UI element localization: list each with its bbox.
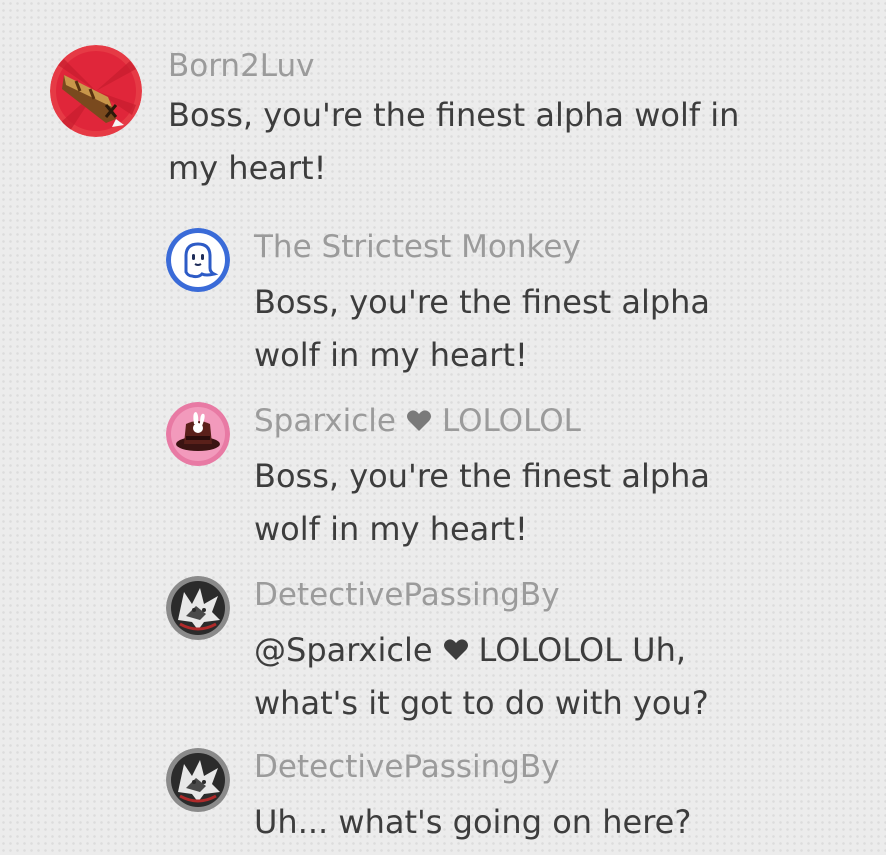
- username-part: LOLOLOL: [441, 403, 581, 439]
- username-part: Sparxicle: [254, 403, 396, 439]
- comment-text-line: @Sparxicle LOLOLOL Uh,: [254, 624, 709, 677]
- avatar[interactable]: [166, 402, 230, 466]
- avatar[interactable]: [166, 748, 230, 812]
- comment-body: Born2Luv Boss, you're the finest alpha w…: [168, 47, 739, 195]
- ghost-avatar-icon: [166, 228, 230, 292]
- wolf-avatar-icon: [166, 748, 230, 812]
- comment-text-line: Boss, you're the finest alpha wolf in: [168, 96, 740, 134]
- comment-text-line: what's it got to do with you?: [254, 684, 709, 722]
- comment-text-line: wolf in my heart!: [254, 336, 528, 374]
- comment-text-line: Boss, you're the finest alpha: [254, 283, 711, 321]
- reply-sparxicle[interactable]: Sparxicle LOLOLOL Boss, you're the finest…: [166, 402, 710, 556]
- comment-text-line: wolf in my heart!: [254, 510, 528, 548]
- comment-text-line: my heart!: [168, 149, 327, 187]
- comment-body: The Strictest Monkey Boss, you're the fi…: [254, 228, 710, 382]
- comment-text-line: Uh... what's going on here?: [254, 803, 692, 841]
- heart-icon: [443, 638, 469, 662]
- avatar[interactable]: [166, 228, 230, 292]
- reply-detectivepassingby-2[interactable]: DetectivePassingBy Uh... what's going on…: [166, 748, 691, 849]
- username[interactable]: Sparxicle LOLOLOL: [254, 402, 710, 440]
- avatar[interactable]: [166, 576, 230, 640]
- comment-text: Boss, you're the finest alpha wolf in my…: [254, 276, 710, 382]
- reply-detectivepassingby-1[interactable]: DetectivePassingBy @Sparxicle LOLOLOL Uh,…: [166, 576, 709, 730]
- wolf-avatar-icon: [166, 576, 230, 640]
- reply-the-strictest-monkey[interactable]: The Strictest Monkey Boss, you're the fi…: [166, 228, 710, 382]
- mention[interactable]: @Sparxicle: [254, 631, 433, 669]
- comment-text: Boss, you're the finest alpha wolf in my…: [168, 89, 739, 195]
- username[interactable]: The Strictest Monkey: [254, 228, 710, 266]
- comment-body: DetectivePassingBy Uh... what's going on…: [254, 748, 691, 849]
- heart-icon: [406, 409, 432, 433]
- comment-text-line: Boss, you're the finest alpha: [254, 457, 711, 495]
- comment-text-part: LOLOLOL Uh,: [478, 631, 687, 669]
- username[interactable]: Born2Luv: [168, 47, 739, 85]
- username[interactable]: DetectivePassingBy: [254, 576, 709, 614]
- comment-body: DetectivePassingBy @Sparxicle LOLOLOL Uh,…: [254, 576, 709, 730]
- comment-text: Uh... what's going on here?: [254, 796, 691, 849]
- comment-text: Boss, you're the finest alpha wolf in my…: [254, 450, 710, 556]
- comment-body: Sparxicle LOLOLOL Boss, you're the finest…: [254, 402, 710, 556]
- horn-avatar-icon: [50, 45, 142, 137]
- avatar[interactable]: [50, 45, 142, 137]
- comment-text: @Sparxicle LOLOLOL Uh, what's it got to d…: [254, 624, 709, 730]
- bunny-hat-avatar-icon: [166, 402, 230, 466]
- comment-born2luv[interactable]: Born2Luv Boss, you're the finest alpha w…: [50, 45, 739, 195]
- username[interactable]: DetectivePassingBy: [254, 748, 691, 786]
